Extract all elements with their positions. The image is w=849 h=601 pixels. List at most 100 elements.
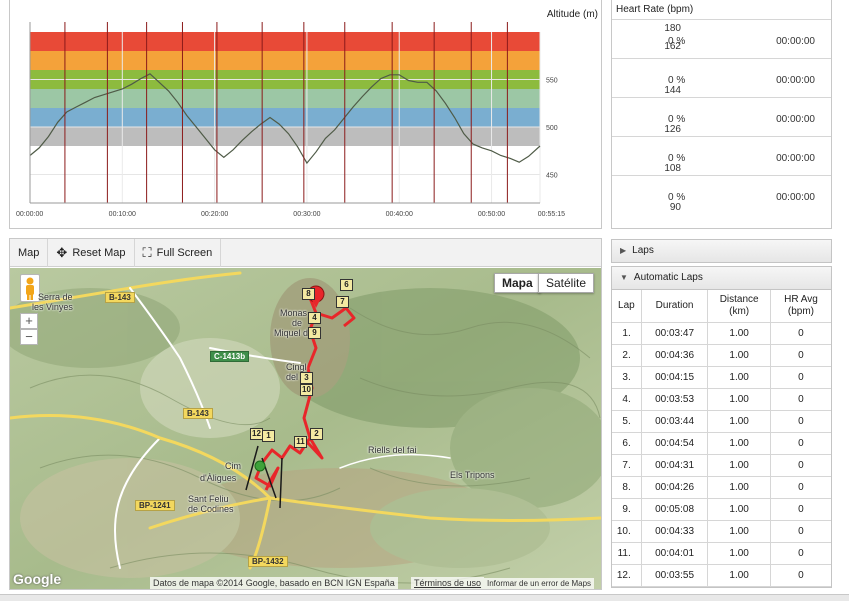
lap-distance: 1.00 xyxy=(707,454,771,477)
lap-row[interactable]: 7. 00:04:31 1.00 0 xyxy=(612,454,831,477)
laps-column-header[interactable]: Duration xyxy=(641,290,709,323)
lap-hr-avg: 0 xyxy=(770,476,831,499)
laps-column-header[interactable]: Lap xyxy=(612,290,642,323)
lap-distance: 1.00 xyxy=(707,366,771,389)
map-canvas[interactable]: + − Mapa Satélite Serra de les Vinyes Mo… xyxy=(10,268,601,589)
map-label-riells: Riells del fai xyxy=(368,445,417,455)
street-view-pegman[interactable] xyxy=(20,274,40,302)
google-logo: Google xyxy=(13,571,62,587)
heart-rate-time: 00:00:00 xyxy=(776,114,815,125)
horizontal-scrollbar[interactable] xyxy=(0,594,849,601)
lap-row[interactable]: 12. 00:03:55 1.00 0 xyxy=(612,564,831,587)
lap-row[interactable]: 5. 00:03:44 1.00 0 xyxy=(612,410,831,433)
lap-distance: 1.00 xyxy=(707,520,771,543)
full-screen-button[interactable]: ⛶ Full Screen xyxy=(135,239,222,267)
lap-row[interactable]: 3. 00:04:15 1.00 0 xyxy=(612,366,831,389)
road-label-b143-south: B-143 xyxy=(183,408,213,419)
heart-rate-zone-row: 90 0 % 00:00:00 xyxy=(612,175,831,214)
x-tick-label-3: 00:30:00 xyxy=(293,211,320,218)
map-type-mapa[interactable]: Mapa xyxy=(494,273,541,293)
zoom-in-button[interactable]: + xyxy=(20,313,38,329)
lap-row[interactable]: 8. 00:04:26 1.00 0 xyxy=(612,476,831,499)
y-tick-label-1: 500 xyxy=(546,125,558,132)
lap-marker-2[interactable]: 2 xyxy=(310,428,323,440)
map-label-serra: Serra de xyxy=(38,292,73,302)
lap-row[interactable]: 6. 00:04:54 1.00 0 xyxy=(612,432,831,455)
lap-duration: 00:04:31 xyxy=(641,454,709,477)
lap-distance: 1.00 xyxy=(707,344,771,367)
fullscreen-icon: ⛶ xyxy=(142,244,152,260)
lap-marker-3[interactable]: 3 xyxy=(300,372,313,384)
laps-section-header[interactable]: ▶ Laps xyxy=(611,239,832,263)
map-label-text: Map xyxy=(18,246,40,259)
full-screen-label: Full Screen xyxy=(156,246,213,259)
lap-number: 3. xyxy=(612,366,642,389)
x-tick-label-6: 00:55:15 xyxy=(538,211,565,218)
y-axis-label: Altitude (m) xyxy=(547,9,598,20)
x-tick-label-5: 00:50:00 xyxy=(478,211,505,218)
lap-marker-4[interactable]: 4 xyxy=(308,312,321,324)
lap-row[interactable]: 10. 00:04:33 1.00 0 xyxy=(612,520,831,543)
lap-marker-9[interactable]: 9 xyxy=(308,327,321,339)
zone-band-0 xyxy=(30,32,540,51)
automatic-laps-label: Automatic Laps xyxy=(633,272,703,283)
lap-marker-10[interactable]: 10 xyxy=(300,384,313,396)
lap-duration: 00:03:44 xyxy=(641,410,709,433)
heart-rate-time: 00:00:00 xyxy=(776,36,815,47)
heart-rate-time: 00:00:00 xyxy=(776,75,815,86)
map-type-satellite[interactable]: Satélite xyxy=(538,273,595,293)
lap-row[interactable]: 9. 00:05:08 1.00 0 xyxy=(612,498,831,521)
lap-duration: 00:04:01 xyxy=(641,542,709,565)
lap-row[interactable]: 11. 00:04:01 1.00 0 xyxy=(612,542,831,565)
lap-row[interactable]: 1. 00:03:47 1.00 0 xyxy=(612,322,831,345)
heart-rate-percent: 0 % xyxy=(668,153,686,164)
lap-marker-8[interactable]: 8 xyxy=(302,288,315,300)
lap-number: 1. xyxy=(612,322,642,345)
lap-row[interactable]: 2. 00:04:36 1.00 0 xyxy=(612,344,831,367)
heart-rate-percent: 0 % xyxy=(668,114,686,125)
collapse-arrow-icon: ▼ xyxy=(620,273,628,282)
lap-marker-6[interactable]: 6 xyxy=(340,279,353,291)
x-tick-label-2: 00:20:00 xyxy=(201,211,228,218)
heart-rate-bpm-top: 180 xyxy=(664,23,681,34)
lap-marker-1[interactable]: 1 xyxy=(262,430,275,442)
lap-number: 11. xyxy=(612,542,642,565)
heart-rate-zone-row: 180 162 0 % 00:00:00 xyxy=(612,19,831,58)
heart-rate-zone-row: 108 0 % 00:00:00 xyxy=(612,136,831,175)
laps-column-header[interactable]: Distance (km) xyxy=(707,290,771,323)
lap-marker-12[interactable]: 12 xyxy=(250,428,263,440)
lap-hr-avg: 0 xyxy=(770,432,831,455)
reset-map-button[interactable]: ✥ Reset Map xyxy=(48,239,135,267)
laps-column-header[interactable]: HR Avg (bpm) xyxy=(770,290,831,323)
zone-band-4 xyxy=(30,108,540,127)
heart-rate-percent: 0 % xyxy=(668,192,686,203)
lap-row[interactable]: 4. 00:03:53 1.00 0 xyxy=(612,388,831,411)
map-label-aligues: d'Àligues xyxy=(200,473,237,483)
automatic-laps-header[interactable]: ▼ Automatic Laps xyxy=(611,266,832,290)
lap-number: 7. xyxy=(612,454,642,477)
laps-header-label: Laps xyxy=(632,245,654,256)
x-tick-label-4: 00:40:00 xyxy=(386,211,413,218)
expand-arrow-icon: ▶ xyxy=(620,246,627,255)
lap-distance: 1.00 xyxy=(707,322,771,345)
heart-rate-time: 00:00:00 xyxy=(776,153,815,164)
lap-hr-avg: 0 xyxy=(770,366,831,389)
lap-duration: 00:04:26 xyxy=(641,476,709,499)
road-label-b143-north: B-143 xyxy=(105,292,135,303)
lap-marker-11[interactable]: 11 xyxy=(294,436,307,448)
lap-marker-7[interactable]: 7 xyxy=(336,296,349,308)
report-error-link[interactable]: Informar de un error de Maps xyxy=(484,578,595,589)
pegman-icon xyxy=(26,277,34,300)
lap-distance: 1.00 xyxy=(707,542,771,565)
laps-table-header: Lap Duration Distance (km) HR Avg (bpm) xyxy=(612,290,831,323)
heart-rate-title: Heart Rate (bpm) xyxy=(616,4,694,15)
heart-rate-bpm: 108 xyxy=(664,163,681,174)
zoom-out-button[interactable]: − xyxy=(20,329,38,345)
zone-band-1 xyxy=(30,51,540,70)
lap-hr-avg: 0 xyxy=(770,520,831,543)
lap-number: 5. xyxy=(612,410,642,433)
terms-link[interactable]: Términos de uso xyxy=(411,577,485,589)
road-label-bp1241: BP-1241 xyxy=(135,500,175,511)
road-label-bp1432: BP-1432 xyxy=(248,556,288,567)
heart-rate-bpm: 90 xyxy=(669,202,681,213)
